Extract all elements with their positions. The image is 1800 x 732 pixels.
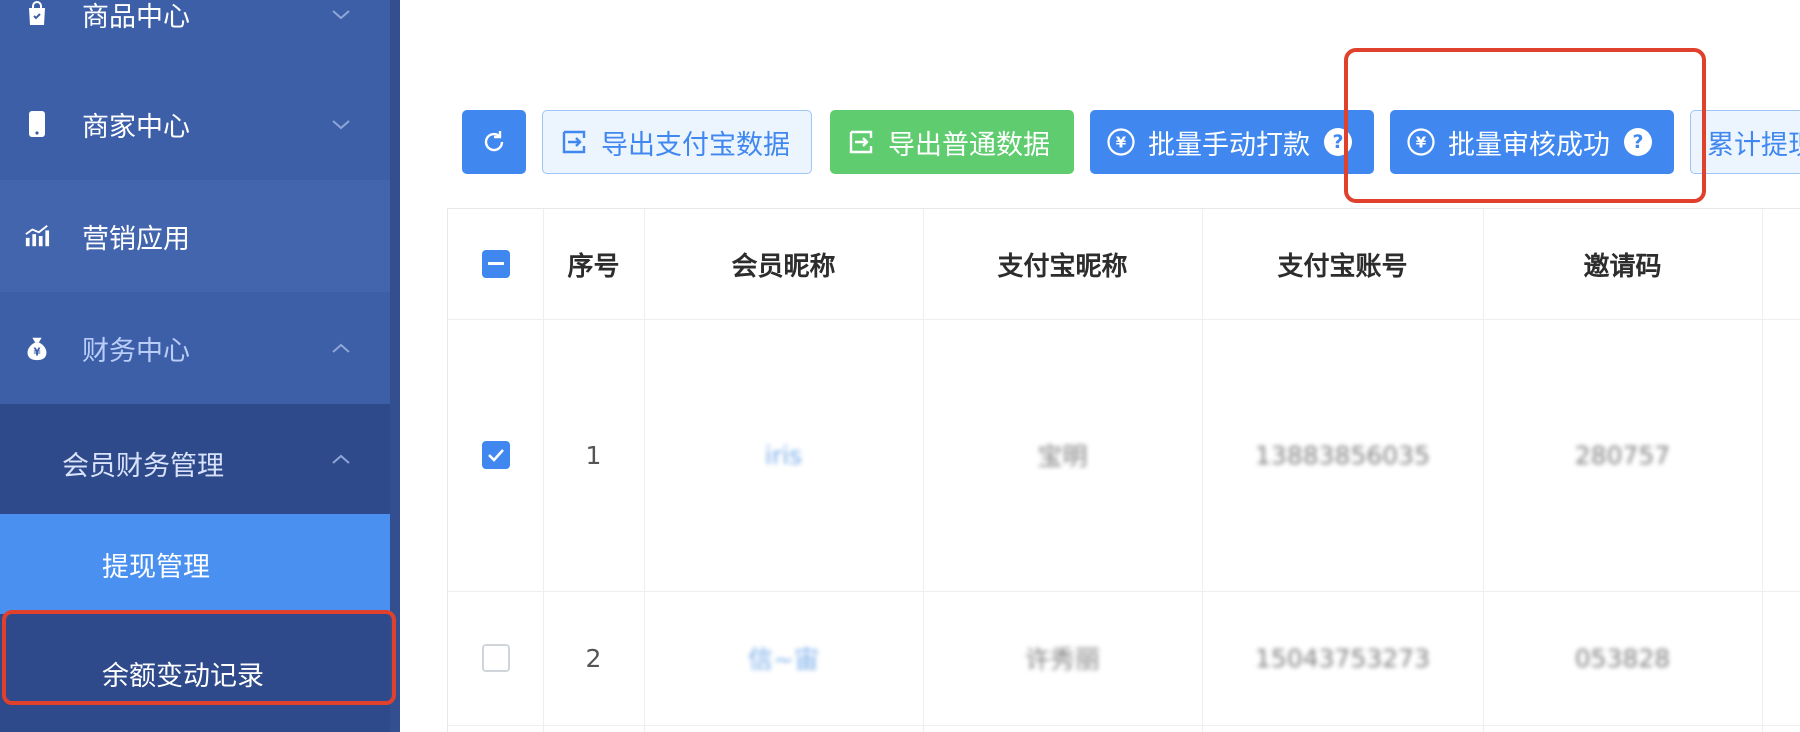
row-index: 1 <box>585 440 602 470</box>
refresh-button[interactable] <box>462 110 526 174</box>
cumulative-withdraw-button[interactable]: 累计提现 <box>1690 110 1800 174</box>
sidebar-item-label: 商品中心 <box>82 1 190 33</box>
sidebar-item-label: 营销应用 <box>82 223 190 255</box>
export-normal-button[interactable]: 导出普通数据 <box>830 110 1074 174</box>
sidebar-group-member-finance[interactable]: 会员财务管理 <box>0 404 390 514</box>
row-alipay-account: 15043753273 <box>1255 643 1430 673</box>
row-invite-code: 053828 <box>1574 643 1671 673</box>
sidebar-item-product-center[interactable]: 商品中心 <box>0 0 390 70</box>
bar-chart-icon <box>24 223 50 249</box>
batch-manual-pay-button[interactable]: ¥ 批量手动打款 ? <box>1090 110 1374 174</box>
svg-text:¥: ¥ <box>33 347 40 358</box>
header-alipay-account: 支付宝账号 <box>1277 251 1408 282</box>
header-alipay-nickname: 支付宝昵称 <box>997 251 1128 282</box>
header-invite-code: 邀请码 <box>1583 251 1662 282</box>
header-member-nickname: 会员昵称 <box>731 251 836 282</box>
chevron-up-icon <box>332 343 350 353</box>
table-row <box>448 319 543 591</box>
header-index: 序号 <box>567 251 620 282</box>
sidebar-item-label: 提现管理 <box>102 551 210 583</box>
shopping-bag-icon <box>24 1 50 27</box>
svg-text:¥: ¥ <box>1116 134 1127 152</box>
export-icon <box>559 127 589 157</box>
cumulative-label: 累计提现 <box>1707 129 1800 161</box>
sidebar-group-label: 会员财务管理 <box>62 451 224 482</box>
check-icon <box>487 449 504 462</box>
minus-icon <box>487 262 504 265</box>
export-alipay-button[interactable]: 导出支付宝数据 <box>542 110 812 174</box>
select-all-cell <box>448 209 543 319</box>
withdraw-table: 序号 会员昵称 支付宝昵称 支付宝账号 邀请码 1 iris 宝明 138838… <box>447 208 1800 732</box>
money-bag-icon: ¥ <box>24 335 50 361</box>
export-alipay-label: 导出支付宝数据 <box>601 129 790 161</box>
sidebar-item-withdraw-management[interactable]: 提现管理 <box>0 514 390 614</box>
sidebar-item-finance-center[interactable]: ¥ 财务中心 <box>0 292 390 404</box>
yen-circle-icon: ¥ <box>1106 127 1136 157</box>
row-invite-code: 280757 <box>1574 440 1671 470</box>
row-index: 2 <box>585 643 602 673</box>
row-alipay-account: 13883856035 <box>1255 440 1430 470</box>
sidebar-item-merchant-center[interactable]: 商家中心 <box>0 68 390 180</box>
sidebar: 商品中心 商家中心 营销应用 ¥ 财务中心 会员财务管理 提现管理 余额变动记录 <box>0 0 400 732</box>
chevron-down-icon <box>332 10 350 20</box>
select-all-checkbox[interactable] <box>481 250 510 278</box>
row-member-nickname[interactable]: iris <box>644 319 923 591</box>
row-alipay-nickname: 许秀丽 <box>1024 645 1100 674</box>
highlight-box-approve <box>1344 48 1706 203</box>
row-checkbox[interactable] <box>481 644 510 672</box>
table-row <box>448 591 543 725</box>
chevron-down-icon <box>332 120 350 130</box>
row-member-nickname[interactable]: 信~宙 <box>644 591 923 725</box>
row-checkbox[interactable] <box>481 441 510 469</box>
refresh-icon <box>484 131 504 152</box>
sidebar-item-label: 商家中心 <box>82 111 190 143</box>
export-normal-label: 导出普通数据 <box>888 129 1050 161</box>
row-alipay-nickname: 宝明 <box>1037 442 1088 471</box>
mobile-phone-icon <box>24 111 50 137</box>
export-icon <box>846 127 876 157</box>
highlight-box-sidebar <box>2 610 396 705</box>
sidebar-item-label: 财务中心 <box>82 335 190 367</box>
batch-manual-pay-label: 批量手动打款 <box>1148 129 1310 161</box>
sidebar-item-marketing[interactable]: 营销应用 <box>0 180 390 292</box>
chevron-up-icon <box>332 454 350 464</box>
